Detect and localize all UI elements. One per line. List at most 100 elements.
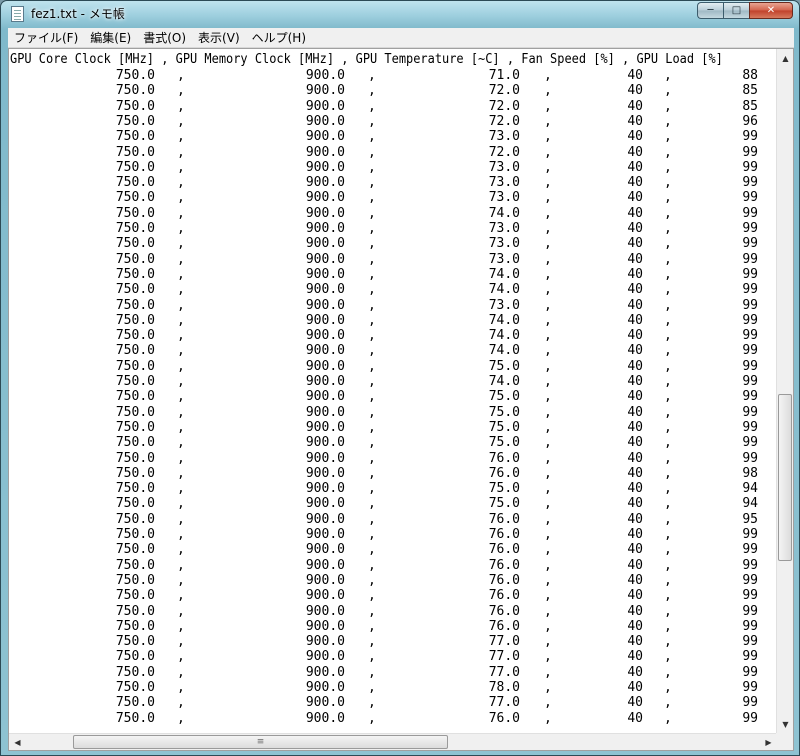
row-37-col-4: 40: [627, 618, 643, 634]
row-10-col-2: 900.0: [305, 205, 345, 221]
row-30-col-5: 95: [742, 511, 758, 527]
row-43-col-3: 76.0: [488, 710, 520, 726]
row-27-col-3: 76.0: [488, 465, 520, 481]
row-7-separator-4: ,: [664, 159, 672, 175]
row-2-col-1: 750.0: [115, 83, 155, 99]
row-3-col-3: 72.0: [488, 98, 520, 114]
row-3-separator-1: ,: [177, 98, 185, 114]
notepad-icon[interactable]: [11, 6, 24, 22]
row-41-separator-3: ,: [544, 680, 552, 695]
row-26-separator-1: ,: [177, 450, 185, 466]
row-22-separator-3: ,: [544, 389, 552, 405]
vertical-scrollbar[interactable]: ▲ ▼: [776, 49, 793, 733]
text-editor[interactable]: GPU Core Clock [MHz] , GPU Memory Clock …: [8, 48, 794, 751]
vertical-scroll-thumb[interactable]: [778, 394, 792, 561]
row-33-col-4: 40: [627, 557, 643, 573]
row-9-col-5: 99: [742, 190, 758, 206]
row-31-col-1: 750.0: [115, 527, 155, 542]
row-37-separator-4: ,: [664, 618, 672, 634]
text-content[interactable]: GPU Core Clock [MHz] , GPU Memory Clock …: [10, 50, 777, 734]
row-34-separator-4: ,: [664, 572, 672, 588]
row-24-col-1: 750.0: [115, 419, 155, 435]
scroll-up-button[interactable]: ▲: [778, 50, 793, 66]
row-12-separator-3: ,: [544, 236, 552, 252]
row-22-col-5: 99: [742, 389, 758, 405]
row-14-col-1: 750.0: [115, 266, 155, 282]
row-40-col-2: 900.0: [305, 664, 345, 680]
row-32-col-2: 900.0: [305, 542, 345, 558]
row-32-col-4: 40: [627, 542, 643, 558]
notepad-window: fez1.txt - メモ帳 ─ □ ✕ ファイル(F) 編集(E) 書式(O)…: [0, 0, 800, 756]
row-21-col-1: 750.0: [115, 374, 155, 389]
row-4-separator-4: ,: [664, 113, 672, 129]
row-22-col-4: 40: [627, 389, 643, 405]
row-2-separator-1: ,: [177, 83, 185, 99]
row-3-col-5: 85: [742, 98, 758, 114]
horizontal-scrollbar[interactable]: ◀ ≡ ▶: [9, 733, 777, 750]
menu-format[interactable]: 書式(O): [137, 29, 192, 46]
row-15-separator-1: ,: [177, 282, 185, 298]
row-13-col-4: 40: [627, 251, 643, 267]
row-43-separator-1: ,: [177, 710, 185, 726]
row-36-col-1: 750.0: [115, 603, 155, 619]
scroll-right-button[interactable]: ▶: [761, 734, 776, 750]
row-2-separator-2: ,: [368, 83, 376, 99]
minimize-button[interactable]: ─: [697, 2, 723, 19]
row-3-col-2: 900.0: [305, 98, 345, 114]
row-40-separator-1: ,: [177, 664, 185, 680]
row-27-separator-1: ,: [177, 465, 185, 481]
row-34-col-2: 900.0: [305, 572, 345, 588]
row-5-col-5: 99: [742, 129, 758, 145]
row-35-col-1: 750.0: [115, 588, 155, 604]
row-19-separator-2: ,: [368, 343, 376, 359]
row-38-separator-1: ,: [177, 634, 185, 650]
row-37-col-3: 76.0: [488, 618, 520, 634]
scroll-left-button[interactable]: ◀: [10, 734, 25, 750]
row-15-separator-2: ,: [368, 282, 376, 298]
row-25-separator-2: ,: [368, 435, 376, 451]
maximize-button[interactable]: □: [723, 2, 749, 19]
row-12-col-3: 73.0: [488, 236, 520, 252]
row-17-col-4: 40: [627, 312, 643, 328]
row-3-separator-4: ,: [664, 98, 672, 114]
row-16-separator-3: ,: [544, 297, 552, 313]
header-line: GPU Core Clock [MHz] , GPU Memory Clock …: [10, 52, 723, 67]
window-title: fez1.txt - メモ帳: [31, 7, 125, 21]
row-11-separator-2: ,: [368, 221, 376, 236]
row-39-separator-2: ,: [368, 649, 376, 665]
row-8-separator-1: ,: [177, 175, 185, 191]
row-36-separator-1: ,: [177, 603, 185, 619]
menu-view[interactable]: 表示(V): [192, 29, 246, 46]
row-33-separator-4: ,: [664, 557, 672, 573]
row-41-col-5: 99: [742, 680, 758, 695]
row-8-col-2: 900.0: [305, 175, 345, 191]
menu-help[interactable]: ヘルプ(H): [246, 29, 312, 46]
row-28-col-4: 40: [627, 481, 643, 497]
horizontal-scroll-thumb[interactable]: ≡: [73, 735, 448, 749]
row-24-separator-1: ,: [177, 419, 185, 435]
row-42-separator-1: ,: [177, 695, 185, 711]
row-31-col-4: 40: [627, 527, 643, 542]
row-25-separator-1: ,: [177, 435, 185, 451]
row-43-col-2: 900.0: [305, 710, 345, 726]
row-14-col-3: 74.0: [488, 266, 520, 282]
row-15-col-4: 40: [627, 282, 643, 298]
row-18-col-2: 900.0: [305, 328, 345, 344]
row-27-separator-2: ,: [368, 465, 376, 481]
row-1-separator-2: ,: [368, 68, 376, 83]
row-34-col-1: 750.0: [115, 572, 155, 588]
row-16-separator-2: ,: [368, 297, 376, 313]
row-25-col-3: 75.0: [488, 435, 520, 451]
row-28-col-3: 75.0: [488, 481, 520, 497]
row-17-separator-1: ,: [177, 312, 185, 328]
close-button[interactable]: ✕: [749, 2, 793, 19]
row-41-col-4: 40: [627, 680, 643, 695]
menu-file[interactable]: ファイル(F): [8, 29, 84, 46]
menu-edit[interactable]: 編集(E): [84, 29, 137, 46]
row-4-col-2: 900.0: [305, 113, 345, 129]
row-30-separator-4: ,: [664, 511, 672, 527]
row-6-col-5: 99: [742, 144, 758, 160]
row-28-col-2: 900.0: [305, 481, 345, 497]
scroll-down-button[interactable]: ▼: [778, 716, 793, 732]
title-bar[interactable]: fez1.txt - メモ帳 ─ □ ✕: [1, 1, 799, 27]
